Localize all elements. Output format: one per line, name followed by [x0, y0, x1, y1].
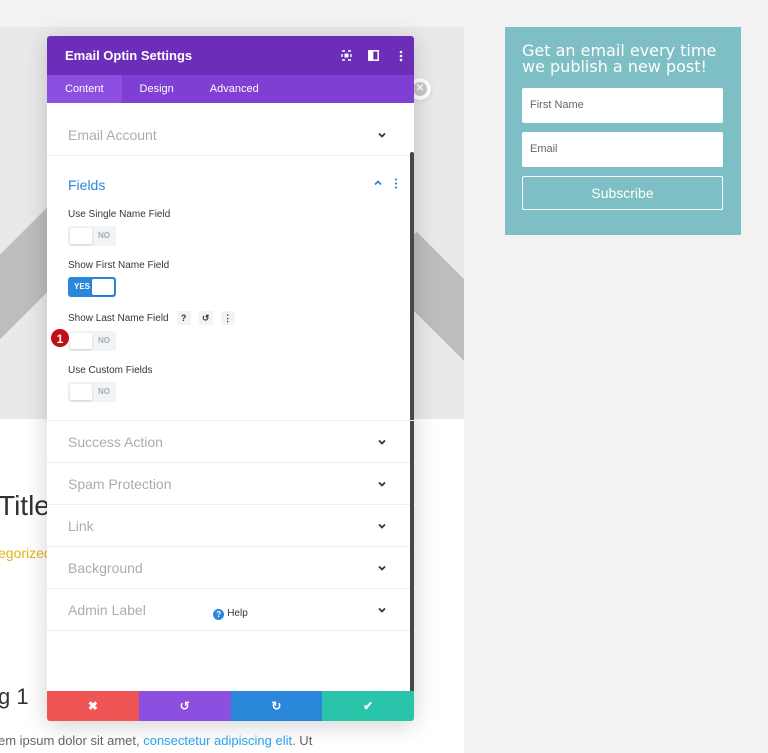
help-link[interactable]: ? Help [47, 608, 414, 620]
toggle-switch[interactable]: NO [68, 382, 116, 402]
toggle-knob [92, 279, 114, 295]
modal-footer: ✖ ↺ ↻ ✔ [47, 691, 414, 721]
post-body-text: em ipsum dolor sit amet, consectetur adi… [0, 733, 312, 748]
fullscreen-icon[interactable] [333, 36, 360, 75]
close-icon: ✖ [87, 699, 98, 713]
undo-button[interactable]: ↺ [138, 691, 231, 721]
step-badge: 1 [50, 328, 70, 348]
section-email-account[interactable]: Email Account [47, 114, 414, 156]
section-title: Background [68, 559, 143, 576]
section-fields: Fields Use Single Name Field NO Show Fir… [47, 156, 414, 421]
section-success-action[interactable]: Success Action [47, 421, 414, 463]
tab-design[interactable]: Design [122, 75, 192, 103]
close-icon: ✕ [413, 82, 427, 96]
chevron-up-icon[interactable] [372, 176, 384, 194]
toggle-switch[interactable]: NO [68, 331, 116, 351]
post-body-start: em ipsum dolor sit amet, [0, 733, 144, 748]
post-category-fragment[interactable]: egorized [0, 545, 52, 561]
section-title: Spam Protection [68, 475, 172, 492]
redo-icon: ↻ [271, 699, 282, 713]
toggle-value: NO [98, 387, 110, 396]
option-use-custom-fields: Use Custom Fields NO [68, 365, 398, 402]
section-title: Success Action [68, 433, 163, 450]
toggle-value: NO [98, 336, 110, 345]
chevron-down-icon [376, 436, 388, 448]
email-field[interactable]: Email [522, 132, 723, 167]
option-label: Use Single Name Field [68, 209, 171, 220]
section-title: Email Account [68, 126, 157, 143]
cancel-button[interactable]: ✖ [47, 691, 139, 721]
settings-tabs: Content Design Advanced [47, 75, 414, 103]
post-title-fragment: Title [0, 490, 50, 521]
save-button[interactable]: ✔ [322, 691, 414, 721]
help-icon: ? [213, 609, 225, 620]
post-body-link[interactable]: consectetur adipiscing elit [143, 733, 292, 748]
section-title: Link [68, 517, 94, 534]
tab-advanced[interactable]: Advanced [192, 75, 277, 103]
section-background[interactable]: Background [47, 547, 414, 589]
help-icon[interactable]: ? [176, 311, 191, 325]
section-spam-protection[interactable]: Spam Protection [47, 463, 414, 505]
toggle-switch[interactable]: NO [68, 226, 116, 246]
more-options-icon[interactable]: ⋮ [220, 311, 235, 325]
section-link[interactable]: Link [47, 505, 414, 547]
option-use-single-name-field: Use Single Name Field NO [68, 209, 398, 246]
option-show-last-name-field: Show Last Name Field ? ↺ ⋮ NO [68, 311, 398, 351]
split-view-icon[interactable] [360, 36, 387, 75]
email-optin-widget: Get an email every time we publish a new… [505, 27, 741, 235]
undo-icon: ↺ [179, 699, 190, 713]
post-body-end: . Ut [292, 733, 313, 748]
toggle-value: NO [98, 231, 110, 240]
chevron-down-icon [376, 478, 388, 490]
settings-modal: Email Optin Settings Content Design Adva… [47, 36, 414, 721]
chevron-down-icon [376, 129, 388, 141]
chevron-down-icon [376, 562, 388, 574]
modal-title: Email Optin Settings [65, 48, 193, 63]
more-options-icon[interactable] [394, 176, 398, 194]
fields-tools [372, 176, 398, 194]
toggle-knob [70, 228, 92, 244]
reset-icon[interactable]: ↺ [198, 311, 213, 325]
post-heading-fragment: g 1 [0, 684, 29, 709]
option-label: Use Custom Fields [68, 365, 153, 376]
more-options-icon[interactable] [387, 36, 414, 75]
modal-body: Email Account Fields Use Single Name Fie… [47, 114, 414, 692]
fields-header[interactable]: Fields [68, 175, 398, 195]
option-show-first-name-field: Show First Name Field YES [68, 260, 398, 297]
option-label: Show Last Name Field [68, 312, 169, 324]
checkmark-icon: ✔ [363, 699, 374, 713]
help-label: Help [227, 608, 248, 619]
subscribe-button[interactable]: Subscribe [522, 176, 723, 210]
toggle-switch[interactable]: YES [68, 277, 116, 297]
modal-header: Email Optin Settings [47, 36, 414, 75]
toggle-value: YES [74, 282, 91, 291]
optin-title: Get an email every time we publish a new… [522, 41, 717, 76]
tab-content[interactable]: Content [47, 75, 122, 103]
toggle-knob [70, 384, 92, 400]
toggle-knob [70, 333, 92, 349]
option-label: Show First Name Field [68, 260, 170, 271]
section-title: Fields [68, 177, 106, 193]
redo-button[interactable]: ↻ [230, 691, 323, 721]
chevron-down-icon [376, 520, 388, 532]
first-name-field[interactable]: First Name [522, 88, 723, 123]
